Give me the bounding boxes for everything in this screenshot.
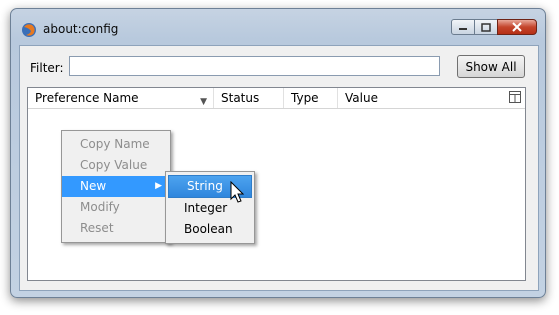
menu-item-new[interactable]: New ▶ — [62, 176, 170, 197]
menu-item-label: String — [187, 179, 223, 193]
filter-label: Filter: — [30, 61, 64, 75]
minimize-button[interactable] — [451, 19, 475, 35]
column-header-value[interactable]: Value — [338, 88, 508, 108]
menu-item-modify[interactable]: Modify — [62, 197, 170, 218]
menu-item-label: Reset — [80, 221, 114, 235]
context-menu: Copy Name Copy Value New ▶ Modify Reset — [61, 130, 171, 243]
menu-item-label: New — [80, 179, 107, 193]
menu-item-copy-name[interactable]: Copy Name — [62, 134, 170, 155]
sort-down-icon: ▼ — [200, 97, 207, 107]
column-picker-icon[interactable] — [509, 91, 521, 103]
show-all-label: Show All — [465, 59, 517, 74]
column-label: Value — [345, 91, 378, 105]
close-button[interactable] — [497, 19, 537, 35]
window-controls — [451, 19, 537, 35]
show-all-button[interactable]: Show All — [457, 55, 525, 78]
column-label: Status — [221, 91, 260, 105]
maximize-button[interactable] — [474, 19, 498, 35]
maximize-icon — [481, 22, 491, 32]
menu-item-label: Boolean — [184, 222, 233, 236]
column-header-preference-name[interactable]: Preference Name ▼ — [28, 88, 214, 108]
menu-item-label: Copy Name — [80, 137, 150, 151]
menu-item-label: Copy Value — [80, 158, 148, 172]
submenu-arrow-icon: ▶ — [155, 181, 162, 191]
menu-item-reset[interactable]: Reset — [62, 218, 170, 239]
submenu-item-boolean[interactable]: Boolean — [166, 219, 254, 240]
firefox-icon — [22, 23, 36, 37]
minimize-icon — [459, 28, 467, 30]
window-title: about:config — [43, 22, 119, 36]
close-icon — [512, 22, 522, 32]
column-label: Preference Name — [35, 91, 139, 105]
column-header-status[interactable]: Status — [214, 88, 284, 108]
menu-item-label: Modify — [80, 200, 120, 214]
mouse-pointer-icon — [230, 181, 245, 203]
filter-input[interactable] — [69, 56, 440, 76]
menu-item-copy-value[interactable]: Copy Value — [62, 155, 170, 176]
column-label: Type — [291, 91, 319, 105]
menu-item-label: Integer — [184, 201, 228, 215]
column-header-type[interactable]: Type — [284, 88, 338, 108]
list-header: Preference Name ▼ Status Type Value — [28, 88, 525, 109]
